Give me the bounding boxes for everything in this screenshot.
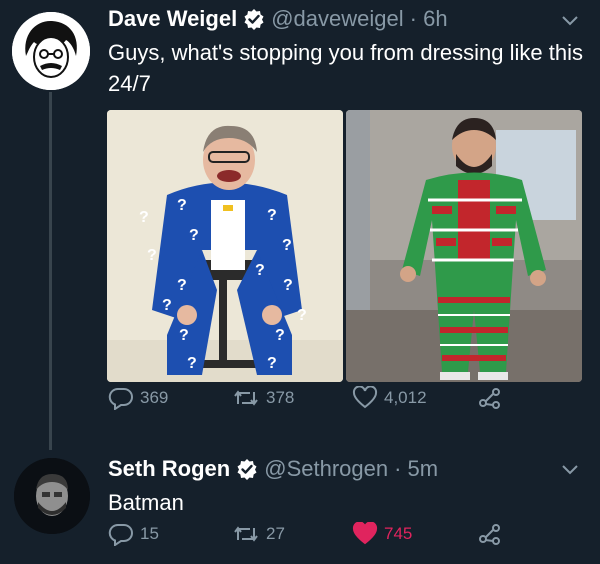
retweet-count: 27 [266,524,285,543]
avatar-dave-weigel[interactable] [12,12,90,90]
svg-text:?: ? [267,355,277,372]
svg-text:?: ? [162,297,172,314]
svg-text:?: ? [189,227,199,244]
verified-icon [243,8,265,30]
avatar-seth-rogen[interactable] [14,458,90,534]
like-icon [352,386,378,409]
svg-text:?: ? [179,327,189,344]
tweet-timestamp[interactable]: · 5m [394,456,438,482]
tweet-header: Seth Rogen @Sethrogen · 5m [108,456,438,482]
share-button[interactable] [478,386,508,410]
svg-text:?: ? [275,327,285,344]
tweet-header: Dave Weigel @daveweigel · 6h [108,6,448,32]
like-button[interactable]: 4,012 [352,386,427,410]
svg-text:?: ? [267,207,277,224]
svg-text:?: ? [139,209,149,226]
svg-text:?: ? [283,277,293,294]
tweet-photo-question-mark-suit[interactable]: ??? ??? ??? ??? ??? [107,110,343,382]
svg-text:?: ? [177,277,187,294]
like-icon [352,522,378,545]
share-button[interactable] [478,522,508,546]
chevron-down-icon[interactable] [560,14,580,28]
retweet-button[interactable]: 378 [232,386,294,410]
like-button[interactable]: 745 [352,522,412,546]
author-handle[interactable]: @daveweigel [271,6,403,32]
reply-button[interactable]: 15 [108,522,159,546]
reply-count: 369 [140,388,169,407]
author-name[interactable]: Dave Weigel [108,6,237,32]
tweet-timestamp[interactable]: · 6h [410,6,448,32]
chevron-down-icon[interactable] [560,463,580,477]
retweet-count: 378 [266,388,295,407]
svg-text:?: ? [255,262,265,279]
svg-text:?: ? [187,355,197,372]
reply-icon [108,387,133,410]
svg-text:?: ? [177,197,187,214]
svg-text:?: ? [282,237,292,254]
like-count: 4,012 [384,388,427,407]
tweet-photo-christmas-suit[interactable] [346,110,582,382]
tweet-text: Batman [108,490,184,515]
svg-text:?: ? [147,247,157,264]
retweet-icon [234,526,258,542]
verified-icon [236,458,258,480]
reply-icon [108,523,133,546]
reply-count: 15 [140,524,159,543]
tweet-text: Guys, what's stopping you from dressing … [108,40,583,96]
like-count: 745 [384,524,413,543]
author-handle[interactable]: @Sethrogen [264,456,388,482]
svg-text:?: ? [297,307,307,324]
retweet-button[interactable]: 27 [232,522,285,546]
author-name[interactable]: Seth Rogen [108,456,230,482]
reply-button[interactable]: 369 [108,386,168,410]
share-icon [479,524,500,545]
retweet-icon [234,390,258,406]
share-icon [479,388,500,409]
thread-connector-line [49,92,52,450]
